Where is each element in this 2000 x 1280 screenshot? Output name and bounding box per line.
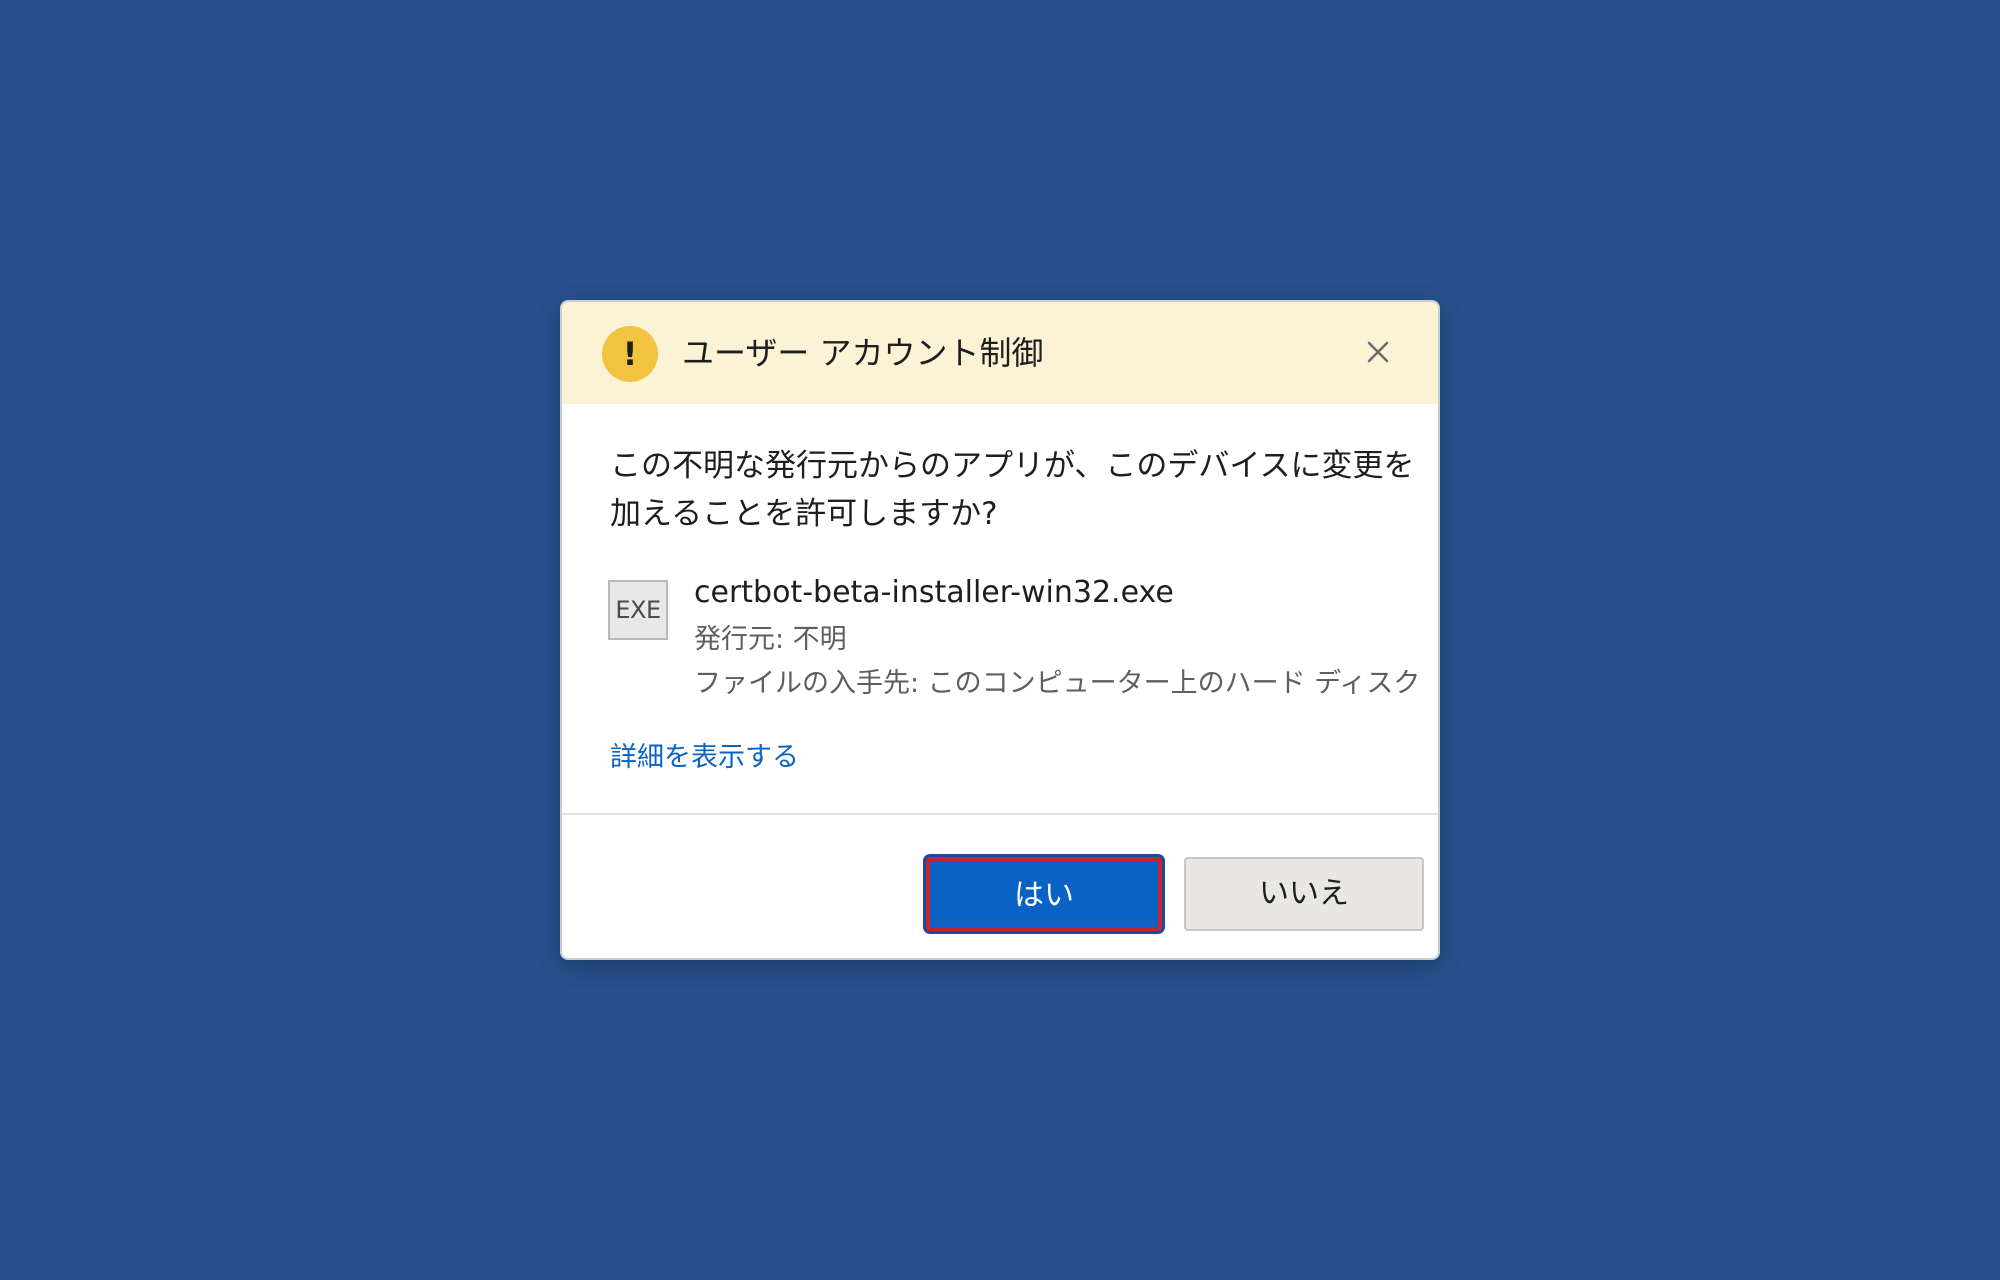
publisher-info: 発行元: 不明 <box>694 624 847 655</box>
yes-button[interactable]: はい <box>926 857 1162 931</box>
file-origin-info: ファイルの入手先: このコンピューター上のハード ディスク <box>694 668 1421 699</box>
close-button[interactable] <box>1358 332 1398 372</box>
no-button[interactable]: いいえ <box>1184 857 1424 931</box>
permission-question: この不明な発行元からのアプリが、このデバイスに変更を 加えることを許可しますか? <box>610 442 1438 538</box>
file-name: certbot-beta-installer-win32.exe <box>694 575 1174 610</box>
close-icon <box>1367 341 1389 363</box>
dialog-header: ! ユーザー アカウント制御 <box>562 302 1438 404</box>
footer-divider <box>562 813 1438 815</box>
exe-file-icon: EXE <box>608 580 668 640</box>
uac-dialog: ! ユーザー アカウント制御 この不明な発行元からのアプリが、このデバイスに変更… <box>560 300 1440 960</box>
show-details-link[interactable]: 詳細を表示する <box>610 738 799 778</box>
question-line-1: この不明な発行元からのアプリが、このデバイスに変更を <box>610 448 1415 484</box>
warning-icon: ! <box>602 326 658 382</box>
dialog-title: ユーザー アカウント制御 <box>682 334 1044 372</box>
question-line-2: 加えることを許可しますか? <box>610 496 998 532</box>
